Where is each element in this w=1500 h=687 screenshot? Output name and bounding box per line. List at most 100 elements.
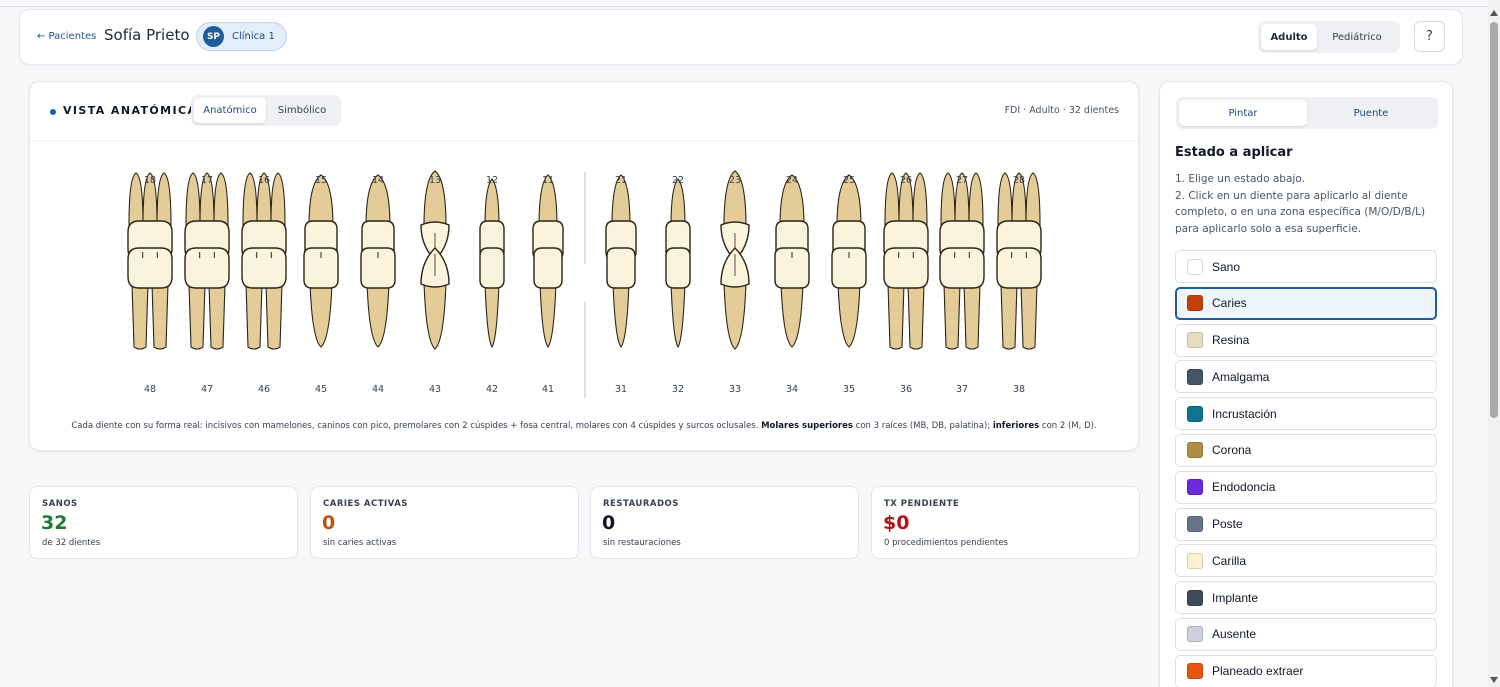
tooth[interactable] — [606, 247, 636, 348]
tooth[interactable] — [720, 247, 750, 350]
tooth-number: 33 — [729, 384, 741, 395]
state-option[interactable]: Planeado extraer — [1175, 654, 1437, 687]
back-to-patients-link[interactable]: ← Pacientes — [37, 31, 96, 42]
tooth[interactable] — [184, 172, 230, 261]
tooth[interactable] — [479, 247, 505, 349]
scroll-up-arrow-icon[interactable] — [1490, 10, 1498, 16]
tooth[interactable] — [532, 174, 564, 261]
tooth-number: 27 — [956, 175, 968, 186]
tooth-root — [887, 283, 905, 350]
scroll-down-arrow-icon[interactable] — [1490, 677, 1498, 683]
state-option[interactable]: Incrustación — [1175, 397, 1437, 431]
view-symbolic-button[interactable]: Simbólico — [266, 98, 338, 123]
tooth-number: 16 — [258, 175, 270, 186]
tooth-root — [997, 172, 1013, 226]
tooth[interactable] — [774, 247, 810, 348]
tooth-root — [423, 281, 447, 350]
tooth[interactable] — [241, 247, 287, 350]
state-option[interactable]: Corona — [1175, 433, 1437, 467]
tooth[interactable] — [939, 247, 985, 350]
tooth-crown — [533, 247, 563, 289]
patient-header: ← Pacientes Sofía Prieto SP Clínica 1 Ad… — [19, 9, 1463, 65]
odontogram-header: VISTA ANATÓMICA Anatómico Simbólico FDI … — [30, 82, 1138, 141]
tooth[interactable] — [939, 172, 985, 261]
state-swatch-icon — [1187, 442, 1203, 459]
caption-bold-lower: inferiores — [992, 421, 1040, 431]
state-option[interactable]: Sano — [1175, 250, 1437, 283]
tooth-number: 45 — [315, 384, 327, 395]
tooth-number: 11 — [542, 175, 554, 186]
tool-paint-button[interactable]: Pintar — [1179, 100, 1307, 126]
tooth[interactable] — [361, 174, 395, 261]
state-option[interactable]: Carilla — [1175, 544, 1437, 578]
state-label: Caries — [1212, 296, 1247, 311]
state-option[interactable]: Amalgama — [1175, 360, 1437, 394]
mode-adult-button[interactable]: Adulto — [1261, 24, 1317, 50]
stat-card-sanos: SANOS 32 de 32 dientes — [29, 486, 298, 559]
tooth-number: 43 — [429, 384, 441, 395]
tooth-crown — [996, 247, 1042, 289]
tooth-number: 24 — [786, 175, 798, 186]
estado-title: Estado a aplicar — [1175, 145, 1293, 160]
clinic-badge[interactable]: SP Clínica 1 — [196, 22, 287, 51]
tooth[interactable] — [832, 174, 866, 261]
tooth[interactable] — [996, 247, 1042, 350]
help-button[interactable]: ? — [1414, 21, 1445, 52]
tooth[interactable] — [533, 247, 563, 348]
state-label: Poste — [1212, 517, 1243, 532]
tooth-root — [837, 281, 861, 348]
tooth[interactable] — [775, 174, 809, 261]
state-option[interactable]: Implante — [1175, 581, 1437, 615]
tooth[interactable] — [127, 172, 173, 261]
state-option[interactable]: Endodoncia — [1175, 470, 1437, 504]
tooth[interactable] — [420, 247, 450, 350]
tooth-root — [188, 283, 206, 350]
tooth-number: 22 — [672, 175, 684, 186]
tooth[interactable] — [304, 174, 338, 261]
tooth-number: 42 — [486, 384, 498, 395]
tooth[interactable] — [831, 247, 867, 348]
state-label: Resina — [1212, 333, 1250, 348]
tooth[interactable] — [996, 172, 1042, 261]
tooth-root — [670, 178, 686, 228]
state-option[interactable]: Poste — [1175, 507, 1437, 541]
tooth-root — [612, 281, 630, 348]
state-swatch-icon — [1187, 332, 1203, 349]
tooth-number: 13 — [429, 175, 441, 186]
state-swatch-icon — [1187, 663, 1203, 680]
tooth-root — [245, 283, 263, 350]
tool-bridge-button[interactable]: Puente — [1307, 100, 1435, 126]
tooth[interactable] — [184, 247, 230, 350]
tooth-number: 46 — [258, 384, 270, 395]
tooth-crown — [479, 247, 505, 289]
tooth[interactable] — [303, 247, 339, 348]
tooth[interactable] — [883, 247, 929, 350]
tooth-number: 14 — [372, 175, 384, 186]
state-list: Sano Caries Resina Amalgama Incrustación Coro… — [1175, 250, 1437, 687]
tooth[interactable] — [127, 247, 173, 350]
tooth[interactable] — [605, 174, 637, 261]
tooth-root — [963, 283, 981, 350]
patient-name: Sofía Prieto — [104, 26, 190, 44]
tooth-crown — [883, 247, 929, 289]
stat-label: SANOS — [42, 499, 78, 509]
view-anatomic-button[interactable]: Anatómico — [194, 98, 266, 123]
tooth[interactable] — [883, 172, 929, 261]
mode-pediatric-button[interactable]: Pediátrico — [1317, 24, 1397, 50]
stat-value: 0 — [602, 512, 616, 534]
tooth-crown — [241, 247, 287, 289]
state-option[interactable]: Ausente — [1175, 617, 1437, 651]
state-swatch-icon — [1187, 516, 1203, 533]
tooth[interactable] — [241, 172, 287, 261]
state-option[interactable]: Resina — [1175, 323, 1437, 357]
tooth[interactable] — [665, 247, 691, 349]
notation-info: FDI · Adulto · 32 dientes — [1004, 105, 1119, 116]
page-scrollbar[interactable] — [1488, 0, 1500, 687]
tooth-root — [1025, 172, 1041, 226]
tooth-number: 31 — [615, 384, 627, 395]
tooth-root — [128, 172, 144, 226]
state-option[interactable]: Caries — [1175, 286, 1437, 320]
tooth-root — [131, 283, 149, 350]
scroll-thumb[interactable] — [1490, 22, 1498, 418]
tooth[interactable] — [360, 247, 396, 348]
